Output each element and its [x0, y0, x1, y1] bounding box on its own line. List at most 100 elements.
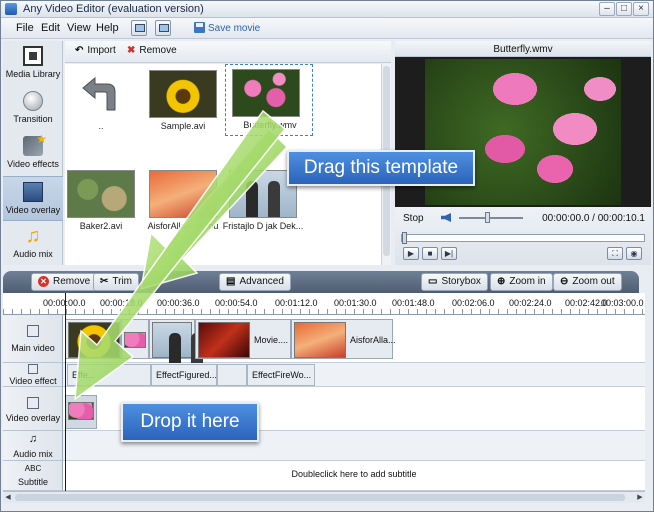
play-button[interactable]: ▶	[403, 247, 419, 260]
library-clip[interactable]: Baker2.avi	[65, 166, 137, 232]
import-button[interactable]: ↶ Import	[75, 45, 116, 56]
drag-callout: Drag this template	[287, 150, 475, 186]
timecode: 00:00:00.0 / 00:00:10.1	[542, 213, 645, 224]
library-up-folder[interactable]: ..	[65, 66, 137, 132]
timeline-clip[interactable]: Movie....	[195, 319, 291, 359]
library-clip-selected[interactable]: Butterfly.wmv	[225, 64, 313, 136]
menu-file[interactable]: File	[16, 22, 34, 34]
track-label-main-video: Main video	[3, 315, 63, 363]
sidebar-item-audio-mix[interactable]: ♫ Audio mix	[3, 221, 63, 266]
import-label: Import	[87, 45, 116, 56]
stop-button[interactable]: ■	[422, 247, 438, 260]
library-remove-button[interactable]: ✖ Remove	[127, 45, 177, 56]
fullscreen-button[interactable]: ⛶	[607, 247, 623, 260]
timeline-remove-button[interactable]: ✕ Remove	[31, 273, 98, 291]
track-label-text: Audio mix	[13, 449, 53, 459]
timeline-clip[interactable]	[149, 319, 203, 369]
clip-name: Fristajlo D jak Dek...	[222, 221, 304, 231]
timeline-scrollbar[interactable]: ◀ ▶	[3, 491, 645, 503]
snapshot-camera-button[interactable]: ◉	[626, 247, 642, 260]
track-label-video-effect: Video effect	[3, 363, 63, 387]
ruler-label: 00:02:06.0	[452, 298, 495, 308]
library-clip[interactable]: AisforAllaboutYou	[147, 166, 219, 232]
zoom-in-button[interactable]: ⊕ Zoom in	[490, 273, 553, 291]
ruler-label: 00:01:30.0	[334, 298, 377, 308]
ruler-label: 00:00:18.0	[100, 298, 143, 308]
timeline-clip[interactable]	[65, 319, 121, 359]
playback-progress-bar[interactable]	[401, 232, 645, 244]
timeline-ruler[interactable]: 00:00:00.0 00:00:18.0 00:00:36.0 00:00:5…	[3, 293, 645, 315]
sidebar-item-video-effects[interactable]: Video effects	[3, 131, 63, 176]
music-note-icon: ♫	[28, 433, 38, 445]
save-icon[interactable]	[194, 22, 205, 33]
subtitle-hint: Doubleclick here to add subtitle	[291, 469, 417, 479]
app-logo-icon	[5, 3, 17, 15]
sidebar-item-label: Media Library	[5, 69, 61, 79]
effect-cell[interactable]: EffectFireWo...	[247, 364, 315, 386]
ruler-label: 00:00:54.0	[215, 298, 258, 308]
track-main-video[interactable]: Movie.... AisforAlla...	[63, 315, 645, 369]
app-window: Any Video Editor (evaluation version) – …	[0, 0, 654, 512]
menu-edit[interactable]: Edit	[41, 22, 60, 34]
sidebar-item-transition[interactable]: Transition	[3, 86, 63, 131]
clip-name: AisforAllaboutYou	[147, 221, 219, 231]
clip-thumbnail	[149, 70, 217, 118]
sidebar-item-media-library[interactable]: Media Library	[3, 41, 63, 86]
preview-header: Butterfly.wmv	[395, 41, 651, 57]
overlay-icon	[27, 397, 39, 409]
scissors-icon: ✂	[100, 276, 109, 287]
effect-cell-empty[interactable]	[217, 364, 247, 386]
volume-icon[interactable]	[441, 213, 451, 222]
timeline-clip[interactable]: AisforAlla...	[291, 319, 396, 359]
remove-x-icon: ✖	[127, 45, 136, 56]
track-label-text: Video overlay	[5, 413, 61, 423]
storybox-icon: ▭	[428, 276, 438, 287]
clip-thumbnail	[67, 170, 135, 218]
save-movie-button[interactable]: Save movie	[208, 23, 260, 34]
overlay-clip[interactable]	[65, 395, 97, 429]
remove-label: Remove	[139, 45, 177, 56]
trim-button[interactable]: ✂ Trim	[93, 273, 140, 291]
clip-name: Sample.avi	[160, 121, 206, 131]
film-strip-icon: ▤	[226, 276, 236, 287]
clip-thumbnail	[198, 322, 250, 358]
scroll-left-icon[interactable]: ◀	[3, 492, 13, 503]
close-button[interactable]: ×	[633, 2, 649, 16]
track-subtitle[interactable]: Doubleclick here to add subtitle	[63, 461, 645, 491]
playhead[interactable]	[65, 293, 66, 493]
player-controls: Stop 00:00:00.0 / 00:00:10.1 ▶ ■ ▶| ⛶ ◉	[395, 207, 651, 265]
minimize-button[interactable]: –	[599, 2, 615, 16]
monitor-icon[interactable]	[155, 20, 171, 36]
track-label-video-overlay: Video overlay	[3, 387, 63, 431]
menu-help[interactable]: Help	[96, 22, 119, 34]
remove-x-icon: ✕	[38, 276, 49, 287]
button-label: Storybox	[441, 276, 481, 287]
track-label-text: Subtitle	[17, 477, 49, 487]
storybox-button[interactable]: ▭ Storybox	[421, 273, 488, 291]
progress-thumb[interactable]	[402, 232, 407, 244]
ruler-label: 00:01:48.0	[392, 298, 435, 308]
timeline-clip[interactable]	[121, 319, 149, 359]
maximize-button[interactable]: □	[616, 2, 632, 16]
scroll-thumb[interactable]	[15, 494, 625, 501]
volume-slider-thumb[interactable]	[485, 212, 490, 223]
track-label-audio-mix: ♫ Audio mix	[3, 431, 63, 461]
sidebar-item-video-overlay[interactable]: Video overlay	[3, 176, 63, 221]
effect-cell[interactable]: Effe...	[67, 364, 151, 386]
ruler-label: 00:03:00.0	[601, 298, 644, 308]
effect-cell[interactable]: EffectFigured...	[151, 364, 217, 386]
clip-thumbnail	[68, 322, 120, 358]
zoom-out-button[interactable]: ⊖ Zoom out	[553, 273, 622, 291]
advanced-button[interactable]: ▤ Advanced	[219, 273, 291, 291]
library-toolbar: ↶ Import ✖ Remove	[65, 41, 391, 63]
ruler-ticks	[3, 309, 645, 314]
zoom-in-icon: ⊕	[497, 276, 506, 287]
menu-view[interactable]: View	[67, 22, 91, 34]
scroll-right-icon[interactable]: ▶	[635, 492, 645, 503]
volume-slider[interactable]	[459, 217, 523, 219]
next-frame-button[interactable]: ▶|	[441, 247, 457, 260]
track-video-effect[interactable]: Effe... EffectFigured... EffectFireWo...	[63, 363, 645, 387]
library-clip[interactable]: Sample.avi	[147, 66, 219, 132]
preview-mode-icon[interactable]	[131, 20, 147, 36]
clip-name: Baker2.avi	[79, 221, 123, 231]
